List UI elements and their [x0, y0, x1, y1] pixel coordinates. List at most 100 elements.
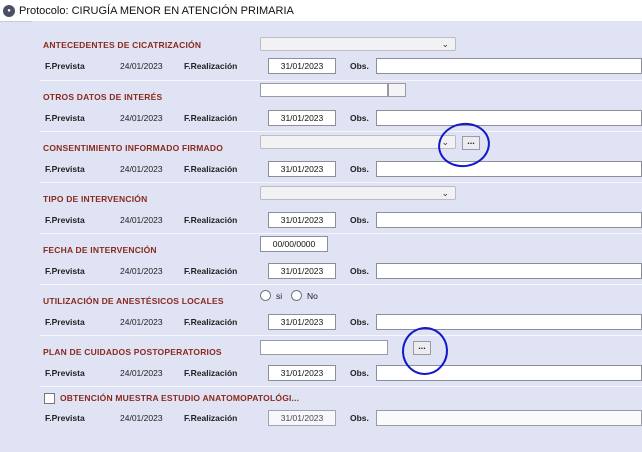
otros-datos-field[interactable]	[260, 83, 388, 97]
frealizacion-label: F.Realización	[184, 266, 238, 276]
section-label: CONSENTIMIENTO INFORMADO FIRMADO	[43, 143, 224, 153]
app-logo-icon: ●	[3, 4, 15, 17]
fprevista-label: F.Prevista	[45, 266, 85, 276]
section-label: FECHA DE INTERVENCIÓN	[43, 245, 157, 255]
obs-field[interactable]	[376, 110, 642, 126]
section-divider	[40, 233, 642, 234]
obs-label: Obs.	[350, 61, 369, 71]
section-anestesicos-locales: UTILIZACIÓN DE ANESTÉSICOS LOCALES si No…	[32, 284, 642, 335]
section-divider	[40, 182, 642, 183]
frealizacion-field[interactable]: 31/01/2023	[268, 110, 336, 126]
frealizacion-label: F.Realización	[184, 215, 238, 225]
obs-field[interactable]	[376, 365, 642, 381]
protocol-form: ANTECEDENTES DE CICATRIZACIÓN ⌄ F.Previs…	[32, 21, 642, 452]
section-divider	[40, 386, 642, 387]
section-tipo-intervencion: TIPO DE INTERVENCIÓN ⌄ F.Prevista 24/01/…	[32, 182, 642, 233]
dates-row: F.Prevista 24/01/2023 F.Realización 31/0…	[32, 212, 642, 230]
obs-label: Obs.	[350, 317, 369, 327]
section-divider	[40, 284, 642, 285]
fprevista-value: 24/01/2023	[120, 368, 163, 378]
frealizacion-label: F.Realización	[184, 113, 238, 123]
fprevista-label: F.Prevista	[45, 113, 85, 123]
frealizacion-field[interactable]: 31/01/2023	[268, 161, 336, 177]
obs-field[interactable]	[376, 212, 642, 228]
obs-label: Obs.	[350, 113, 369, 123]
chevron-down-icon: ⌄	[441, 39, 449, 49]
obs-label: Obs.	[350, 266, 369, 276]
fprevista-label: F.Prevista	[45, 317, 85, 327]
chevron-down-icon: ⌄	[441, 137, 449, 147]
consentimiento-ellipsis-button[interactable]: ...	[462, 136, 480, 150]
section-label: TIPO DE INTERVENCIÓN	[43, 194, 148, 204]
muestra-checkbox[interactable]	[44, 393, 55, 404]
section-label: OBTENCIÓN MUESTRA ESTUDIO ANATOMOPATOLÓG…	[60, 393, 300, 403]
obs-label: Obs.	[350, 164, 369, 174]
section-divider	[40, 131, 642, 132]
fprevista-value: 24/01/2023	[120, 266, 163, 276]
dates-row: F.Prevista 24/01/2023 F.Realización 31/0…	[32, 110, 642, 128]
obs-field[interactable]	[376, 314, 642, 330]
section-label: ANTECEDENTES DE CICATRIZACIÓN	[43, 40, 202, 50]
obs-field[interactable]	[376, 263, 642, 279]
fprevista-label: F.Prevista	[45, 368, 85, 378]
chevron-down-icon: ⌄	[441, 188, 449, 198]
frealizacion-field[interactable]: 31/01/2023	[268, 263, 336, 279]
window-title: Protocolo: CIRUGÍA MENOR EN ATENCIÓN PRI…	[19, 4, 294, 17]
radio-si[interactable]	[260, 290, 271, 301]
fecha-intervencion-field[interactable]: 00/00/0000	[260, 236, 328, 252]
obs-field[interactable]	[376, 161, 642, 177]
frealizacion-label: F.Realización	[184, 317, 238, 327]
fprevista-label: F.Prevista	[45, 413, 85, 423]
plan-cuidados-field[interactable]	[260, 340, 388, 355]
dates-row: F.Prevista 24/01/2023 F.Realización 31/0…	[32, 58, 642, 76]
fprevista-value: 24/01/2023	[120, 413, 163, 423]
frealizacion-field[interactable]: 31/01/2023	[268, 314, 336, 330]
frealizacion-field[interactable]: 31/01/2023	[268, 410, 336, 426]
radio-si-label: si	[276, 291, 283, 301]
fprevista-value: 24/01/2023	[120, 164, 163, 174]
obs-label: Obs.	[350, 413, 369, 423]
section-otros-datos: OTROS DATOS DE INTERÉS F.Prevista 24/01/…	[32, 80, 642, 131]
fprevista-value: 24/01/2023	[120, 317, 163, 327]
frealizacion-field[interactable]: 31/01/2023	[268, 365, 336, 381]
section-label: OTROS DATOS DE INTERÉS	[43, 92, 163, 102]
tipo-intervencion-dropdown[interactable]: ⌄	[260, 186, 456, 200]
obs-field[interactable]	[376, 58, 642, 74]
frealizacion-field[interactable]: 31/01/2023	[268, 212, 336, 228]
section-divider	[40, 80, 642, 81]
fprevista-value: 24/01/2023	[120, 113, 163, 123]
fprevista-value: 24/01/2023	[120, 215, 163, 225]
section-label: PLAN DE CUIDADOS POSTOPERATORIOS	[43, 347, 222, 357]
frealizacion-label: F.Realización	[184, 61, 238, 71]
fprevista-label: F.Prevista	[45, 164, 85, 174]
section-fecha-intervencion: FECHA DE INTERVENCIÓN 00/00/0000 F.Previ…	[32, 233, 642, 284]
consentimiento-dropdown[interactable]: ⌄	[260, 135, 456, 149]
fprevista-label: F.Prevista	[45, 215, 85, 225]
frealizacion-label: F.Realización	[184, 368, 238, 378]
obs-label: Obs.	[350, 215, 369, 225]
dates-row: F.Prevista 24/01/2023 F.Realización 31/0…	[32, 410, 642, 428]
section-divider	[40, 335, 642, 336]
fprevista-label: F.Prevista	[45, 61, 85, 71]
window-titlebar: ● Protocolo: CIRUGÍA MENOR EN ATENCIÓN P…	[0, 0, 642, 22]
otros-datos-ellipsis-button[interactable]	[388, 83, 406, 97]
radio-no[interactable]	[291, 290, 302, 301]
frealizacion-label: F.Realización	[184, 413, 238, 423]
frealizacion-field[interactable]: 31/01/2023	[268, 58, 336, 74]
dates-row: F.Prevista 24/01/2023 F.Realización 31/0…	[32, 365, 642, 383]
dates-row: F.Prevista 24/01/2023 F.Realización 31/0…	[32, 314, 642, 332]
frealizacion-label: F.Realización	[184, 164, 238, 174]
antecedentes-dropdown[interactable]: ⌄	[260, 37, 456, 51]
section-muestra-anatomopatologica: OBTENCIÓN MUESTRA ESTUDIO ANATOMOPATOLÓG…	[32, 386, 642, 437]
plan-cuidados-ellipsis-button[interactable]: ...	[413, 341, 431, 355]
radio-no-label: No	[307, 291, 318, 301]
section-consentimiento: CONSENTIMIENTO INFORMADO FIRMADO ⌄ ... F…	[32, 131, 642, 182]
section-antecedentes-cicatrizacion: ANTECEDENTES DE CICATRIZACIÓN ⌄ F.Previs…	[32, 28, 642, 79]
dates-row: F.Prevista 24/01/2023 F.Realización 31/0…	[32, 263, 642, 281]
section-label: UTILIZACIÓN DE ANESTÉSICOS LOCALES	[43, 296, 224, 306]
obs-label: Obs.	[350, 368, 369, 378]
dates-row: F.Prevista 24/01/2023 F.Realización 31/0…	[32, 161, 642, 179]
section-plan-cuidados: PLAN DE CUIDADOS POSTOPERATORIOS ... F.P…	[32, 335, 642, 386]
obs-field[interactable]	[376, 410, 642, 426]
fprevista-value: 24/01/2023	[120, 61, 163, 71]
